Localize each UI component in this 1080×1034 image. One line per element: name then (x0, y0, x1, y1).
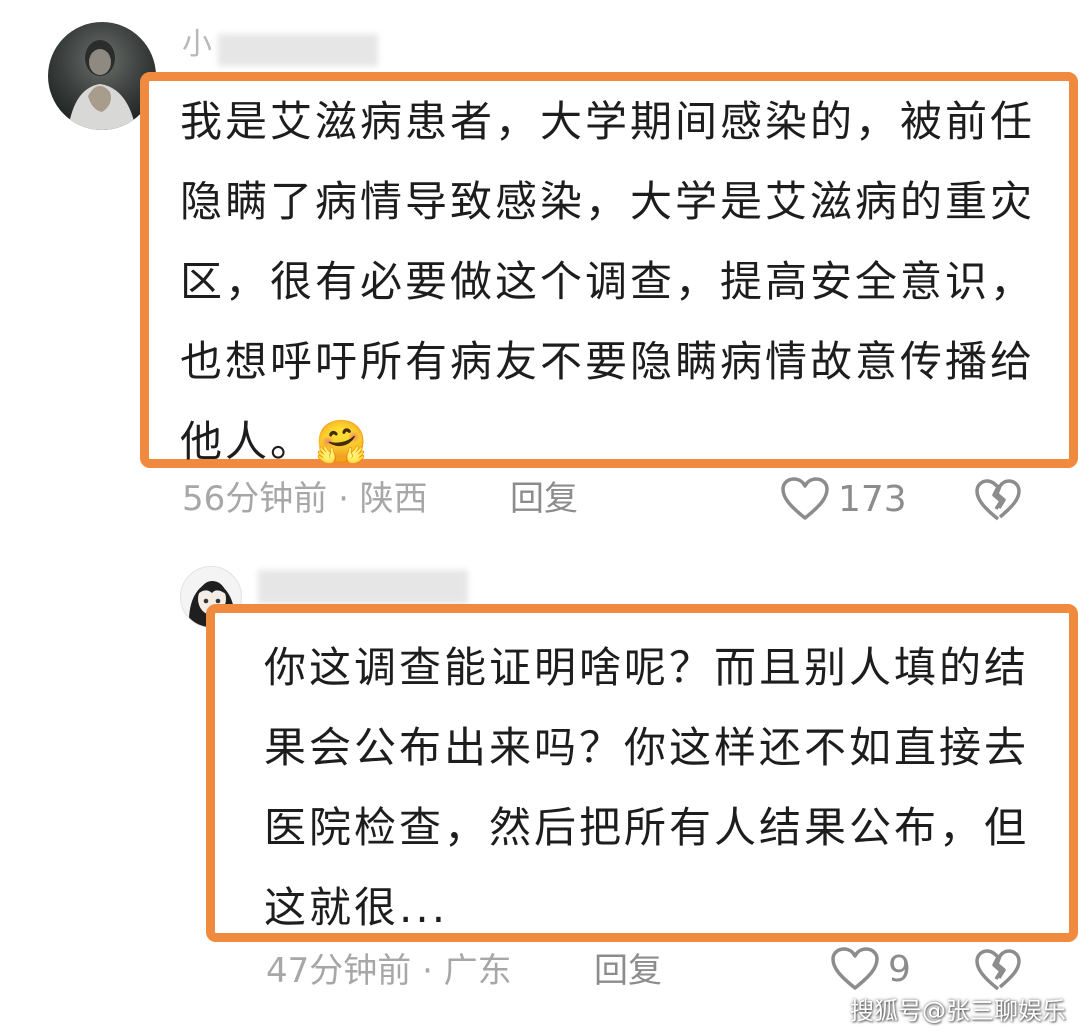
comment-text: 我是艾滋病患者，大学期间感染的，被前任隐瞒了病情导致感染，大学是艾滋病的重灾区，… (180, 97, 1036, 466)
comment-meta: 47分钟前 · 广东 (266, 951, 512, 991)
like-button[interactable]: 173 (780, 476, 907, 522)
like-button[interactable]: 9 (830, 946, 911, 992)
redacted-username (258, 570, 468, 604)
reply-button[interactable]: 回复 (594, 954, 662, 988)
reply-button[interactable]: 回复 (510, 482, 578, 516)
comment-text: 你这调查能证明啥呢？而且别人填的结果会公布出来吗？你这样还不如直接去医院检查，然… (264, 643, 1030, 932)
comment-meta: 56分钟前 · 陕西 (182, 479, 428, 519)
like-count: 173 (838, 478, 907, 520)
heart-outline-icon (781, 477, 829, 520)
heart-outline-icon (831, 947, 879, 990)
broken-heart-icon (975, 479, 1021, 521)
redacted-username (218, 34, 378, 66)
dislike-button[interactable] (974, 478, 1022, 526)
like-count: 9 (888, 948, 911, 990)
username[interactable]: 小 (182, 30, 212, 60)
broken-heart-icon (975, 949, 1021, 991)
dislike-button[interactable] (974, 948, 1022, 996)
watermark: 搜狐号@张三聊娱乐 (850, 997, 1066, 1025)
